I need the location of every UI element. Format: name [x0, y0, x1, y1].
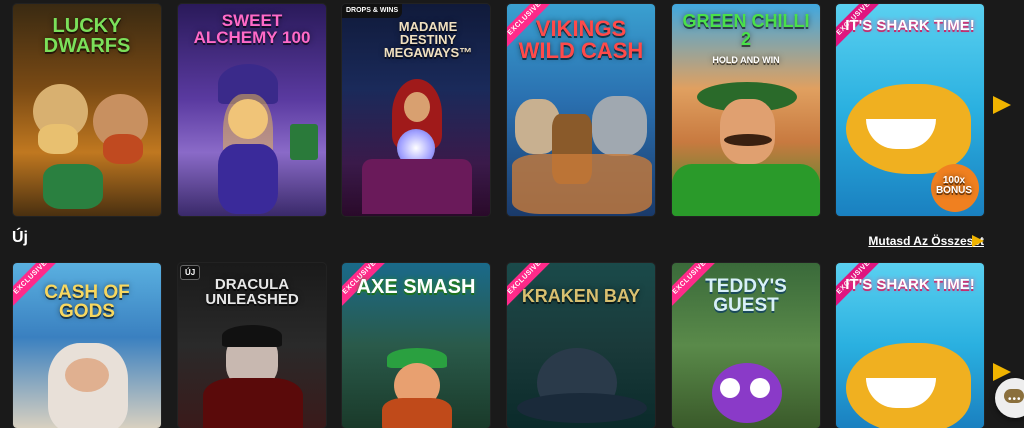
game-title: TEDDY'S GUEST: [705, 276, 787, 316]
game-title: CASH OF GODS: [44, 282, 130, 322]
game-tile-dracula-unleashed[interactable]: ÚJ DRACULA UNLEASHED: [178, 263, 326, 428]
show-all-link[interactable]: Mutasd Az Összeset: [868, 234, 984, 248]
game-tile-its-shark-time[interactable]: EXCLUSIVE IT'S SHARK TIME!: [836, 263, 984, 428]
game-title: IT'S SHARK TIME!: [845, 276, 975, 293]
game-subtitle: HOLD AND WIN: [712, 55, 780, 65]
game-title: KRAKEN BAY: [521, 286, 641, 306]
game-tile-teddys-guest[interactable]: EXCLUSIVE TEDDY'S GUEST: [672, 263, 820, 428]
game-title: GREEN CHILLI 2: [682, 11, 810, 49]
game-title: MADAME DESTINY MEGAWAYS™: [383, 19, 473, 60]
chevron-right-icon[interactable]: [972, 235, 984, 247]
drops-wins-badge: DROPS & WINS: [342, 4, 403, 18]
game-tile-sweet-alchemy-100[interactable]: SWEET ALCHEMY 100: [178, 4, 326, 216]
game-title: IT'S SHARK TIME!: [845, 17, 975, 34]
game-tile-lucky-dwarfs[interactable]: LUCKY DWARFS: [13, 4, 161, 216]
game-title: VIKINGS WILD CASH: [518, 16, 644, 63]
game-tile-cash-of-gods[interactable]: EXCLUSIVE CASH OF GODS: [13, 263, 161, 428]
game-tile-madame-destiny-megaways[interactable]: DROPS & WINS MADAME DESTINY MEGAWAYS™: [342, 4, 490, 216]
games-row-new: EXCLUSIVE CASH OF GODS ÚJ DRACULA UNLEAS…: [0, 263, 1024, 428]
games-row-top: LUCKY DWARFS SWEET ALCHEMY 100 DROPS & W…: [0, 0, 1024, 218]
game-title: DRACULA UNLEASHED: [205, 276, 299, 308]
bonus-badge: 100x BONUS: [935, 175, 973, 196]
chevron-right-icon[interactable]: [993, 96, 1011, 114]
game-title: AXE SMASH: [356, 276, 476, 298]
game-tile-green-chilli-2[interactable]: GREEN CHILLI 2 HOLD AND WIN: [672, 4, 820, 216]
game-tile-kraken-bay[interactable]: EXCLUSIVE KRAKEN BAY: [507, 263, 655, 428]
section-title: Új: [12, 229, 28, 246]
game-title: SWEET ALCHEMY 100: [193, 11, 311, 47]
game-tile-vikings-wild-cash[interactable]: EXCLUSIVE VIKINGS WILD CASH: [507, 4, 655, 216]
game-tile-its-shark-time[interactable]: EXCLUSIVE IT'S SHARK TIME! 100x BONUS: [836, 4, 984, 216]
game-tile-axe-smash[interactable]: EXCLUSIVE AXE SMASH: [342, 263, 490, 428]
game-title: LUCKY DWARFS: [43, 15, 131, 57]
